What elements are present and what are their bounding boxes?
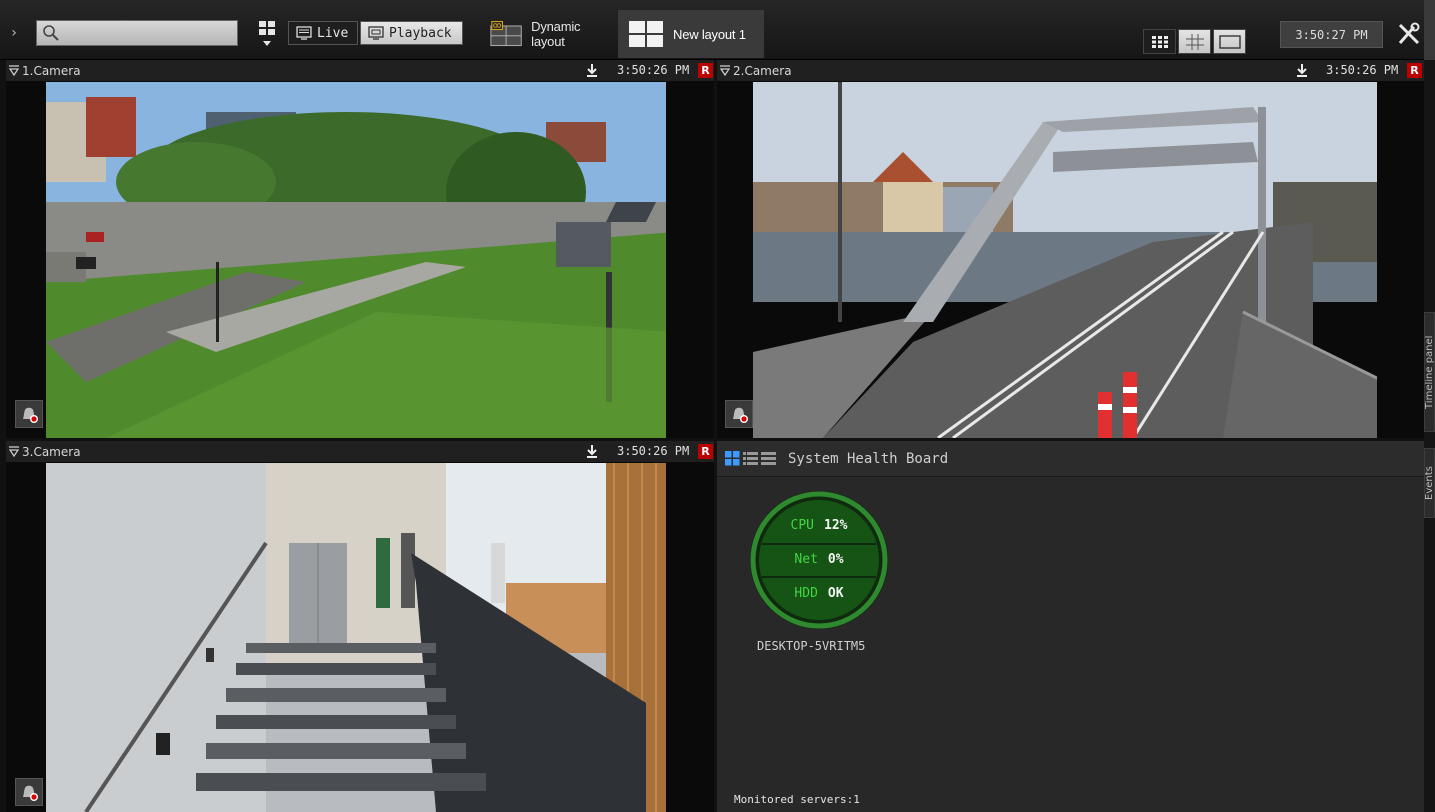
system-clock: 3:50:27 PM bbox=[1280, 21, 1383, 48]
app-window: › Live Playback Dynamic layout New layou… bbox=[0, 0, 1435, 812]
archive-icon bbox=[368, 26, 384, 40]
layout-grid-menu-icon[interactable] bbox=[256, 19, 278, 49]
top-toolbar: › Live Playback Dynamic layout New layou… bbox=[0, 0, 1435, 60]
server-health-gauge[interactable]: CPU 12% Net 0% HDD OK bbox=[748, 489, 890, 631]
search-box[interactable] bbox=[36, 20, 238, 46]
gauge-row-cpu: CPU 12% bbox=[748, 518, 890, 533]
list-view-icon[interactable] bbox=[743, 451, 758, 466]
view-options bbox=[1143, 29, 1255, 54]
camera-1-name: 1.Camera bbox=[22, 63, 81, 78]
camera-2-time: 3:50:26 PM bbox=[1326, 63, 1399, 77]
compact-list-icon[interactable] bbox=[761, 451, 776, 466]
playback-mode-button[interactable]: Playback bbox=[360, 21, 463, 45]
cpu-value: 12% bbox=[824, 518, 848, 533]
frame-icon bbox=[1218, 34, 1241, 49]
hdd-label: HDD bbox=[794, 586, 818, 601]
download-icon[interactable] bbox=[586, 63, 598, 77]
playback-mode-label: Playback bbox=[389, 25, 452, 41]
monitored-servers-count: Monitored servers:1 bbox=[734, 793, 860, 806]
camera-3-video[interactable] bbox=[46, 463, 675, 812]
hash-grid-icon bbox=[1185, 33, 1204, 50]
window-edge-controls[interactable] bbox=[1424, 0, 1435, 60]
camera-tile-1[interactable]: 1.Camera 3:50:26 PM R bbox=[6, 60, 714, 438]
server-name: DESKTOP-5VRITM5 bbox=[757, 639, 866, 653]
camera-tile-3[interactable]: 3.Camera 3:50:26 PM R bbox=[6, 441, 714, 812]
camera-1-alarm-button[interactable] bbox=[15, 400, 43, 428]
camera-2-rec-badge: R bbox=[1407, 63, 1422, 78]
camera-3-name: 3.Camera bbox=[22, 444, 81, 459]
camera-3-time: 3:50:26 PM bbox=[617, 444, 690, 458]
filter-icon[interactable] bbox=[9, 445, 19, 457]
camera-2-alarm-button[interactable] bbox=[725, 400, 753, 428]
cpu-label: CPU bbox=[790, 518, 814, 533]
live-mode-label: Live bbox=[317, 25, 349, 41]
gauge-row-net: Net 0% bbox=[748, 552, 890, 567]
health-board-header: System Health Board bbox=[717, 441, 1424, 477]
stairway-scene-video bbox=[46, 463, 675, 812]
net-label: Net bbox=[794, 552, 818, 567]
search-input[interactable] bbox=[63, 24, 233, 42]
camera-1-header: 1.Camera 3:50:26 PM R bbox=[6, 60, 714, 81]
tile-view-icon[interactable] bbox=[725, 451, 740, 466]
live-mode-button[interactable]: Live bbox=[288, 21, 358, 45]
system-health-board: System Health Board CPU 12% Net 0% HDD O… bbox=[717, 441, 1424, 812]
right-side-strip bbox=[1424, 60, 1435, 812]
alarm-bell-icon bbox=[23, 785, 38, 801]
view-fullscreen-button[interactable] bbox=[1213, 29, 1246, 54]
grid-dense-icon bbox=[1151, 35, 1168, 48]
tab-events-label: Events bbox=[1424, 466, 1435, 500]
health-board-title: System Health Board bbox=[788, 450, 949, 467]
search-icon bbox=[43, 25, 59, 41]
tab-new-layout-1[interactable]: New layout 1 bbox=[618, 10, 764, 58]
tab-dynamic-layout-label: Dynamic layout bbox=[531, 19, 581, 49]
tab-timeline-panel-label: Timeline panel bbox=[1424, 335, 1435, 409]
alarm-bell-icon bbox=[23, 407, 38, 423]
view-grid-button[interactable] bbox=[1143, 29, 1176, 54]
camera-1-time: 3:50:26 PM bbox=[617, 63, 690, 77]
campus-scene-video bbox=[46, 82, 675, 438]
settings-button[interactable] bbox=[1394, 14, 1424, 54]
camera-2-name: 2.Camera bbox=[733, 63, 792, 78]
camera-3-header: 3.Camera 3:50:26 PM R bbox=[6, 441, 714, 462]
bridge-scene-video bbox=[753, 82, 1385, 438]
layout-2x2-icon bbox=[629, 21, 663, 47]
net-value: 0% bbox=[827, 552, 844, 567]
camera-2-header: 2.Camera 3:50:26 PM R bbox=[717, 60, 1424, 81]
monitor-icon bbox=[296, 26, 312, 40]
alarm-bell-icon bbox=[733, 407, 748, 423]
camera-1-rec-badge: R bbox=[698, 63, 713, 78]
download-icon[interactable] bbox=[1296, 63, 1308, 77]
view-lines-button[interactable] bbox=[1178, 29, 1211, 54]
camera-1-video[interactable] bbox=[46, 82, 675, 438]
tools-icon bbox=[1398, 22, 1420, 45]
filter-icon[interactable] bbox=[9, 64, 19, 76]
tab-dynamic-layout[interactable]: Dynamic layout bbox=[480, 10, 618, 58]
hdd-value: OK bbox=[827, 586, 844, 601]
tab-timeline-panel[interactable]: Timeline panel bbox=[1424, 312, 1435, 432]
chevron-right-icon[interactable]: › bbox=[0, 10, 28, 56]
tab-events[interactable]: Events bbox=[1424, 448, 1435, 518]
gauge-row-hdd: HDD OK bbox=[748, 586, 890, 601]
tab-new-layout-1-label: New layout 1 bbox=[673, 26, 746, 42]
camera-tile-2[interactable]: 2.Camera 3:50:26 PM R bbox=[717, 60, 1424, 438]
camera-3-rec-badge: R bbox=[698, 444, 713, 459]
filter-icon[interactable] bbox=[720, 64, 730, 76]
camera-3-alarm-button[interactable] bbox=[15, 778, 43, 806]
dynamic-layout-icon bbox=[490, 20, 522, 47]
camera-2-video[interactable] bbox=[753, 82, 1385, 438]
download-icon[interactable] bbox=[586, 444, 598, 458]
